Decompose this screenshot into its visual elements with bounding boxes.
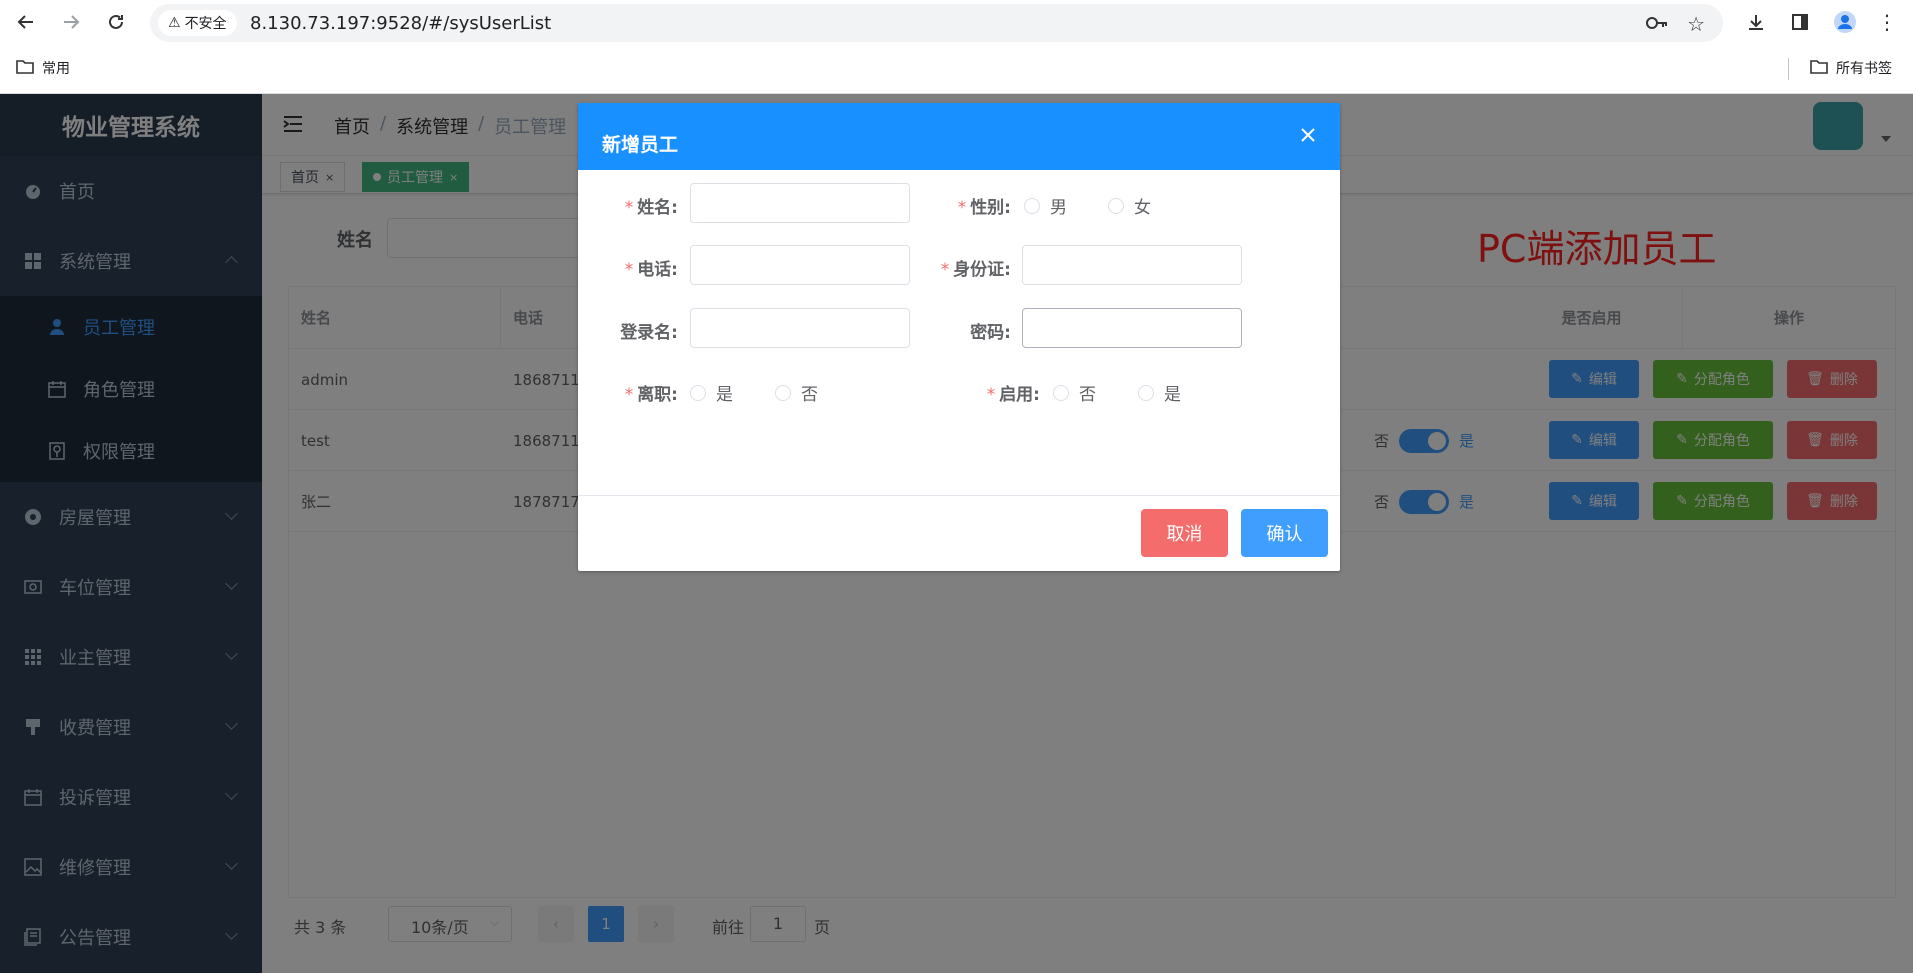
enable-label: * 启用: [986,385,1040,405]
close-icon[interactable] [1300,127,1316,147]
bookmark-folder[interactable]: 常用 [16,58,70,78]
browser-chrome: ⚠ 不安全 8.130.73.197:9528/#/sysUserList ☆ ⋮… [0,0,1913,94]
phone-input[interactable] [690,245,910,285]
required-mark: * [940,260,950,280]
resign-yes-radio[interactable]: 是 [690,380,733,405]
idcard-label: * 身份证: [940,260,1011,280]
radio-circle-icon [1053,384,1069,401]
download-icon[interactable] [1743,9,1769,35]
name-input[interactable] [690,183,910,223]
login-input[interactable] [690,308,910,348]
required-mark: * [957,198,967,218]
add-staff-dialog: 新增员工 * 姓名: * 性别: 男 女 * 电话: * 身份证: 登录名: 密码: *… [578,103,1340,571]
star-icon[interactable]: ☆ [1687,12,1705,36]
resign-label: * 离职: [624,385,678,405]
phone-label: * 电话: [624,260,678,280]
required-mark: * [986,385,996,405]
bookmarks-bar: 常用 所有书签 [0,44,1913,94]
all-bookmarks[interactable]: 所有书签 [1810,58,1892,78]
gender-female-radio[interactable]: 女 [1108,193,1151,218]
dialog-title: 新增员工 [602,134,679,156]
login-label: 登录名: [620,323,678,343]
menu-icon[interactable]: ⋮ [1874,9,1900,35]
radio-circle-icon [1108,197,1124,214]
warning-icon: ⚠ [168,15,181,31]
key-icon[interactable] [1645,13,1669,37]
cancel-button[interactable]: 取消 [1141,509,1228,557]
password-label: 密码: [970,323,1011,343]
radio-circle-icon [775,384,791,401]
required-mark: * [624,198,634,218]
address-bar[interactable]: ⚠ 不安全 8.130.73.197:9528/#/sysUserList ☆ [150,4,1723,42]
radio-circle-icon [1138,384,1154,401]
folder-icon [1810,59,1828,78]
password-input[interactable] [1022,308,1242,348]
required-mark: * [624,260,634,280]
security-chip[interactable]: ⚠ 不安全 [158,10,237,36]
back-icon[interactable] [13,9,39,35]
name-label: * 姓名: [624,198,678,218]
required-mark: * [624,385,634,405]
divider [1788,58,1789,80]
reload-icon[interactable] [103,9,129,35]
dialog-header: 新增员工 [578,103,1340,170]
folder-icon [16,59,34,78]
enable-no-radio[interactable]: 否 [1053,380,1096,405]
confirm-button[interactable]: 确认 [1241,509,1328,557]
gender-label: * 性别: [957,198,1011,218]
sidepanel-icon[interactable] [1787,9,1813,35]
url-text: 8.130.73.197:9528/#/sysUserList [250,13,552,34]
profile-icon[interactable] [1832,9,1858,35]
enable-yes-radio[interactable]: 是 [1138,380,1181,405]
idcard-input[interactable] [1022,245,1242,285]
browser-toolbar: ⚠ 不安全 8.130.73.197:9528/#/sysUserList ☆ ⋮ [0,0,1913,44]
radio-circle-icon [690,384,706,401]
forward-icon[interactable] [58,9,84,35]
dialog-footer: 取消 确认 [578,495,1340,571]
resign-no-radio[interactable]: 否 [775,380,818,405]
gender-male-radio[interactable]: 男 [1024,193,1067,218]
radio-circle-icon [1024,197,1040,214]
